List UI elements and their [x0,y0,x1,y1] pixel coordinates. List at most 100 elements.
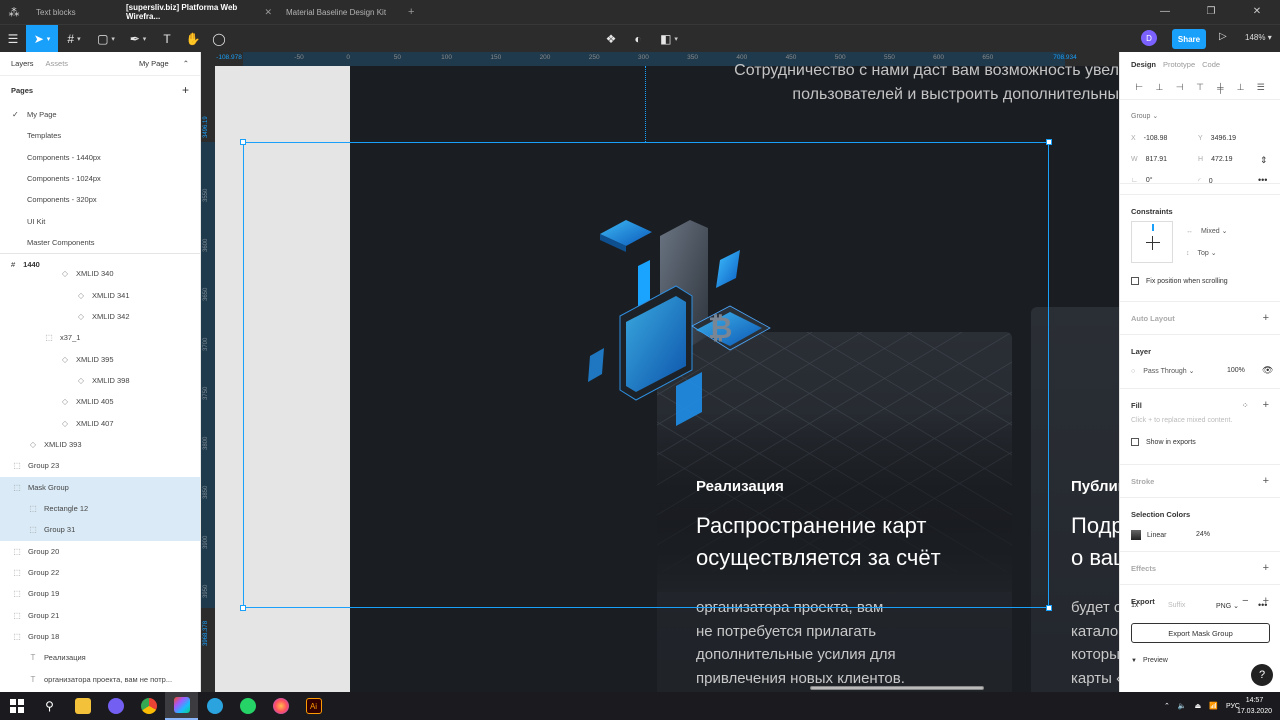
network-icon[interactable]: 📶 [1209,702,1218,710]
layer-row[interactable]: ⬚ Group 22 [0,562,200,583]
pen-tool-icon[interactable]: ✒ ▾ [122,25,154,53]
distribute-icon[interactable]: ☰ [1251,82,1271,93]
layer-row[interactable]: T Реализация [0,647,200,668]
layer-row[interactable]: ⬚ Group 21 [0,605,200,626]
layer-row[interactable]: ⬚ Rectangle 12 [0,497,200,520]
figma-menu-icon[interactable]: ⁂ [0,6,28,19]
page-item[interactable]: Components - 1440px [0,147,200,168]
boolean-icon[interactable]: ◧ ▾ [656,25,682,53]
shape-tool-icon[interactable]: ▢ ▾ [90,25,122,53]
eye-icon[interactable]: 👁 [1262,365,1273,376]
add-stroke-icon[interactable]: + [1263,475,1269,487]
align-left-icon[interactable]: ⊢ [1129,82,1149,93]
layer-row[interactable]: ⬚ Group 19 [0,583,200,604]
blend-mode-dropdown[interactable]: ○ Pass Through ⌄ [1131,367,1195,375]
close-window-icon[interactable]: ✕ [1234,0,1280,24]
whatsapp-icon[interactable] [231,692,264,720]
page-item[interactable]: Templates [0,125,200,146]
zoom-dropdown[interactable]: 148% ▾ [1245,33,1272,42]
clock[interactable]: 14:57 17.03.2020 [1237,695,1272,717]
resize-handle-br[interactable] [1046,605,1052,611]
tab-assets[interactable]: Assets [46,59,69,68]
share-button[interactable]: Share [1172,29,1206,49]
hamburger-menu-icon[interactable]: ☰ [0,25,26,53]
add-effect-icon[interactable]: + [1263,562,1269,574]
layer-row[interactable]: ◇ XMLID 341 [0,284,200,305]
close-tab-icon[interactable]: ✕ [264,7,272,18]
h-field[interactable]: H 472.19 [1198,156,1232,163]
add-auto-layout-icon[interactable]: + [1263,312,1269,324]
tray-chevron-icon[interactable]: ⌃ [1164,702,1170,710]
present-icon[interactable]: ▷ [1219,31,1227,42]
volume-icon[interactable]: 🔈 [1178,702,1187,710]
x-field[interactable]: X -108.98 [1131,135,1167,142]
help-button[interactable]: ? [1251,664,1273,686]
viber-icon[interactable] [99,692,132,720]
move-tool-icon[interactable]: ➤ ▾ [26,24,58,53]
w-field[interactable]: W 817.91 [1131,156,1167,163]
export-suffix-input[interactable]: Suffix [1168,602,1185,609]
tab-design[interactable]: Design [1131,60,1156,69]
rotation-field[interactable]: ∟ 0° [1131,177,1153,184]
resize-handle-bl[interactable] [240,605,246,611]
mask-icon[interactable]: ◐ [630,25,646,53]
comment-tool-icon[interactable]: ◯ [206,25,232,53]
export-button[interactable]: Export Mask Group [1131,623,1270,643]
align-center-v-icon[interactable]: ╪ [1210,83,1230,93]
constraint-horizontal-dropdown[interactable]: ↔ Mixed ⌄ [1186,227,1228,235]
constraint-vertical-dropdown[interactable]: ↕ Top ⌄ [1186,249,1217,257]
layer-row[interactable]: Tорганизатора проекта, вам не потр... [0,669,200,690]
align-right-icon[interactable]: ⊣ [1170,82,1190,93]
firefox-icon[interactable] [264,692,297,720]
telegram-icon[interactable] [198,692,231,720]
more-options-icon[interactable]: ••• [1258,175,1267,185]
horizontal-scroll-thumb[interactable] [810,686,984,690]
tab-layers[interactable]: Layers [11,59,34,68]
usb-icon[interactable]: ⏏ [1195,702,1202,710]
layer-row[interactable]: ⬚ Group 23 [0,455,200,476]
group-type-dropdown[interactable]: Group ⌄ [1131,112,1158,120]
page-item[interactable]: ✓ My Page [0,104,200,125]
layer-row[interactable]: ◇ XMLID 393 [0,434,200,455]
page-item[interactable]: UI Kit [0,210,200,231]
show-in-exports-checkbox[interactable]: Show in exports [1131,438,1196,446]
page-item[interactable]: Master Components [0,232,200,253]
text-tool-icon[interactable]: T [154,25,180,53]
tab-platforma[interactable]: [supersliv.biz] Platforma Web Wirefra...… [118,0,278,24]
search-icon[interactable]: ⚲ [33,692,66,720]
tab-prototype[interactable]: Prototype [1163,60,1195,69]
constrain-proportions-icon[interactable]: ⇕ [1260,155,1268,166]
remove-export-icon[interactable]: − [1242,595,1248,607]
new-tab-button[interactable]: + [398,6,424,18]
selection-box[interactable] [240,139,1052,611]
radius-field[interactable]: ◜ 0 [1198,177,1213,185]
canvas[interactable]: 3496.19 3550 3600 3650 3700 3750 3800 3850 3900… [201,52,1119,692]
layer-row[interactable]: ◇ XMLID 342 [0,306,200,327]
preview-toggle[interactable]: ▼ Preview [1131,657,1168,664]
add-fill-icon[interactable]: + [1263,399,1269,411]
export-format-dropdown[interactable]: PNG ⌄ [1216,602,1239,610]
resize-handle-tl[interactable] [240,139,246,145]
layer-row[interactable]: ⬚ Group 20 [0,541,200,562]
layer-row[interactable]: ◇ XMLID 340 [0,263,200,284]
y-field[interactable]: Y 3496.19 [1198,135,1236,142]
frame-tool-icon[interactable]: # ▾ [58,25,90,53]
layer-row[interactable]: ⬚ x37_1 [0,327,200,348]
page-item[interactable]: Components - 1024px [0,168,200,189]
export-more-icon[interactable]: ••• [1258,600,1267,610]
maximize-icon[interactable]: ❐ [1188,0,1234,24]
align-top-icon[interactable]: ⊤ [1190,82,1210,93]
hand-tool-icon[interactable]: ✋ [180,25,206,53]
tab-material-kit[interactable]: Material Baseline Design Kit [278,0,398,24]
export-scale[interactable]: 1x [1131,602,1138,609]
layer-row[interactable]: ⬚ Group 18 [0,626,200,647]
selection-color-row[interactable]: Linear [1131,530,1166,540]
layer-row[interactable]: ◇ XMLID 407 [0,412,200,433]
layer-row[interactable]: ◇ XMLID 398 [0,370,200,391]
page-item[interactable]: Components - 320px [0,189,200,210]
add-page-icon[interactable]: + [182,83,189,97]
layer-row[interactable]: ⬚ Mask Group [0,476,200,498]
chrome-icon[interactable] [132,692,165,720]
file-explorer-icon[interactable] [66,692,99,720]
layer-row[interactable]: ◇ XMLID 405 [0,391,200,412]
